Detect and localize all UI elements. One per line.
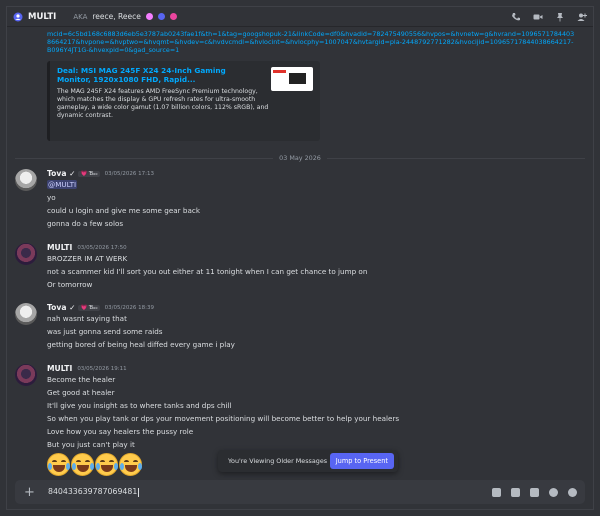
blue-status-icon <box>157 13 165 20</box>
author-name[interactable]: MULTI <box>47 364 72 373</box>
message-composer[interactable]: + 840433639787069481 <box>15 480 585 504</box>
emoji-icon[interactable] <box>549 487 558 497</box>
divider-date: 03 May 2026 <box>279 154 321 162</box>
avatar[interactable] <box>15 169 37 191</box>
video-call-icon[interactable] <box>533 12 543 22</box>
pink-status-icon <box>145 13 153 20</box>
message-line: Become the healer <box>47 375 116 384</box>
link-embed: Deal: MSI MAG 245F X24 24-Inch Gaming Mo… <box>47 61 320 141</box>
message-line: Get good at healer <box>47 388 115 397</box>
text-caret <box>138 487 140 497</box>
author-name[interactable]: MULTI <box>47 243 72 252</box>
aka-label: AKA <box>73 12 88 21</box>
date-divider: 03 May 2026 <box>15 153 586 163</box>
message-line: not a scammer kid I'll sort you out eith… <box>47 267 368 276</box>
timestamp: 03/05/2026 18:39 <box>104 304 154 311</box>
member-names[interactable]: reece, Reece <box>92 12 141 21</box>
sticker-icon[interactable] <box>530 487 539 497</box>
message-line: could u login and give me some gear back <box>47 206 200 215</box>
thumbnail-monitor-image <box>289 73 306 84</box>
gift-icon[interactable] <box>492 487 501 497</box>
timestamp: 03/05/2026 17:50 <box>77 244 127 251</box>
embed-thumbnail[interactable] <box>271 67 313 91</box>
channel-header: MULTI AKA reece, Reece <box>7 7 593 27</box>
author-name[interactable]: Tova ✓ <box>47 303 75 312</box>
laughing-crying-emoji-icon <box>47 453 70 476</box>
shared-link[interactable]: mcid=6c5bd168c6883d6eb5e3787ab0243fae1f&… <box>47 30 577 55</box>
phone-call-icon[interactable] <box>511 12 521 22</box>
message-line: getting bored of being heal diffed every… <box>47 340 235 349</box>
user-tag: 💗 Ɓₒₒ <box>78 304 100 311</box>
message-line: nah wasnt saying that <box>47 314 127 323</box>
jump-to-present-button[interactable]: Jump to Present <box>329 453 394 469</box>
laughing-crying-emoji-icon <box>119 453 142 476</box>
embed-description: The MAG 245F X24 features AMD FreeSync P… <box>57 88 269 119</box>
message-line: BROZZER IM AT WERK <box>47 254 128 263</box>
avatar[interactable] <box>15 303 37 325</box>
message-input-value: 840433639787069481 <box>48 487 138 497</box>
avatar[interactable] <box>15 243 37 265</box>
chat-window: MULTI AKA reece, Reece mcid=6c5bd168c688… <box>6 6 594 510</box>
red-status-icon <box>169 13 177 20</box>
embed-title[interactable]: Deal: MSI MAG 245F X24 24-Inch Gaming Mo… <box>57 66 262 84</box>
older-messages-label: You're Viewing Older Messages <box>228 457 328 465</box>
laughing-crying-emoji-icon <box>71 453 94 476</box>
message-line: So when you play tank or dps your moveme… <box>47 414 400 423</box>
add-friends-icon[interactable] <box>577 12 587 22</box>
message-line: Or tomorrow <box>47 280 93 289</box>
thumbnail-logo <box>273 70 286 73</box>
channel-title: MULTI <box>28 11 57 22</box>
author-name[interactable]: Tova ✓ <box>47 169 75 178</box>
message-line: yo <box>47 193 56 202</box>
user-mention[interactable]: @MULTI <box>47 180 78 189</box>
older-messages-bar: You're Viewing Older Messages Jump to Pr… <box>218 450 398 472</box>
plus-icon[interactable]: + <box>23 486 36 499</box>
laughing-crying-emoji-icon <box>95 453 118 476</box>
message-line: Love how you say healers the pussy role <box>47 427 194 436</box>
pin-icon[interactable] <box>555 12 565 22</box>
avatar[interactable] <box>15 364 37 386</box>
apps-icon[interactable] <box>568 487 577 497</box>
message-list[interactable]: mcid=6c5bd168c6883d6eb5e3787ab0243fae1f&… <box>7 27 593 477</box>
message-input[interactable]: 840433639787069481 <box>48 487 140 497</box>
user-tag: 💗 Ɓₒₒ <box>78 170 100 177</box>
timestamp: 03/05/2026 17:13 <box>104 170 154 177</box>
gif-icon[interactable] <box>511 487 520 497</box>
emoji-row <box>47 453 142 476</box>
message-line: gonna do a few solos <box>47 219 124 228</box>
timestamp: 03/05/2026 19:11 <box>77 365 127 372</box>
message-line: was just gonna send some raids <box>47 327 163 336</box>
group-dm-icon <box>13 12 23 21</box>
message-line: It'll give you insight as to where tanks… <box>47 401 232 410</box>
message-line: But you just can't play it <box>47 440 135 449</box>
